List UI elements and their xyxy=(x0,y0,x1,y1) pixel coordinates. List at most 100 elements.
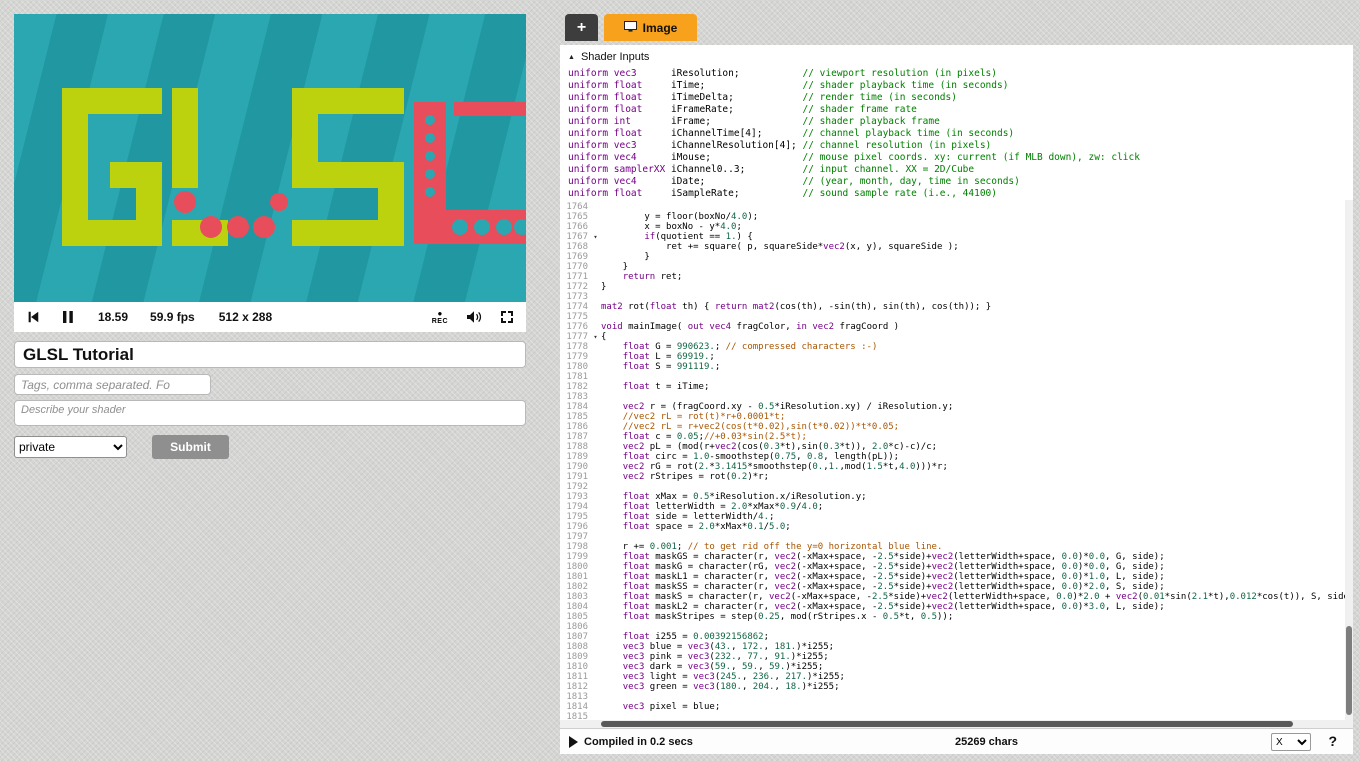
code-line[interactable]: 1771 return ret; xyxy=(560,272,1353,282)
code-line[interactable]: 1774mat2 rot(float th) { return mat2(cos… xyxy=(560,302,1353,312)
line-number: 1790 xyxy=(560,462,590,472)
horizontal-scrollbar-thumb[interactable] xyxy=(601,721,1293,727)
code-line[interactable]: 1783 xyxy=(560,392,1353,402)
code-line[interactable]: 1777▾{ xyxy=(560,332,1353,342)
code-line[interactable]: 1798 r += 0.001; // to get rid off the y… xyxy=(560,542,1353,552)
code-line[interactable]: 1787 float c = 0.05;//+0.03*sin(2.5*t); xyxy=(560,432,1353,442)
line-number: 1805 xyxy=(560,612,590,622)
code-line[interactable]: 1775 xyxy=(560,312,1353,322)
code-line[interactable]: 1800 float maskG = character(rG, vec2(-x… xyxy=(560,562,1353,572)
code-line[interactable]: 1779 float L = 69919.; xyxy=(560,352,1353,362)
tags-input[interactable] xyxy=(14,374,211,395)
code-line[interactable]: 1799 float maskGS = character(r, vec2(-x… xyxy=(560,552,1353,562)
code-line[interactable]: 1797 xyxy=(560,532,1353,542)
code-line[interactable]: 1802 float maskSS = character(r, vec2(-x… xyxy=(560,582,1353,592)
code-line[interactable]: 1785 //vec2 rL = rot(t)*r+0.0001*t; xyxy=(560,412,1353,422)
line-number: 1775 xyxy=(560,312,590,322)
fullscreen-icon[interactable] xyxy=(500,310,514,324)
shader-inputs-title: Shader Inputs xyxy=(581,51,650,63)
rewind-button[interactable] xyxy=(26,310,40,324)
code-line[interactable]: 1770 } xyxy=(560,262,1353,272)
code-line[interactable]: 1780 float S = 991119.; xyxy=(560,362,1353,372)
code-line[interactable]: 1781 xyxy=(560,372,1353,382)
fold-marker-icon xyxy=(590,362,601,372)
code-line[interactable]: 1764 xyxy=(560,202,1353,212)
code-line[interactable]: 1769 } xyxy=(560,252,1353,262)
fold-marker-icon[interactable]: ▾ xyxy=(590,332,601,342)
editor-statusbar: Compiled in 0.2 secs 25269 chars X ? xyxy=(560,728,1353,754)
code-line[interactable]: 1788 vec2 pL = (mod(r+vec2(cos(0.3*t),si… xyxy=(560,442,1353,452)
fold-marker-icon xyxy=(590,292,601,302)
tab-image-label: Image xyxy=(643,21,678,35)
fold-marker-icon xyxy=(590,452,601,462)
code-line[interactable]: 1794 float letterWidth = 2.0*xMax*0.9/4.… xyxy=(560,502,1353,512)
help-button[interactable]: ? xyxy=(1328,733,1337,749)
code-line[interactable]: 1803 float maskS = character(r, vec2(-xM… xyxy=(560,592,1353,602)
fold-marker-icon xyxy=(590,562,601,572)
code-line[interactable]: 1795 float side = letterWidth/4.; xyxy=(560,512,1353,522)
record-button[interactable]: ● REC xyxy=(432,310,448,325)
code-line[interactable]: 1767▾ if(quotient == 1.) { xyxy=(560,232,1353,242)
compile-play-icon[interactable] xyxy=(568,735,578,753)
code-line[interactable]: 1772} xyxy=(560,282,1353,292)
fold-marker-icon xyxy=(590,382,601,392)
line-number: 1802 xyxy=(560,582,590,592)
line-number: 1777 xyxy=(560,332,590,342)
editor-vertical-scrollbar[interactable] xyxy=(1345,200,1353,720)
code-line[interactable]: 1776void mainImage( out vec4 fragColor, … xyxy=(560,322,1353,332)
code-line[interactable]: 1793 float xMax = 0.5*iResolution.x/iRes… xyxy=(560,492,1353,502)
export-select[interactable]: X xyxy=(1271,733,1311,751)
fold-marker-icon xyxy=(590,342,601,352)
code-line[interactable]: 1765 y = floor(boxNo/4.0); xyxy=(560,212,1353,222)
code-line[interactable]: 1786 //vec2 rL = r+vec2(cos(t*0.02),sin(… xyxy=(560,422,1353,432)
line-number: 1786 xyxy=(560,422,590,432)
code-line[interactable]: 1778 float G = 990623.; // compressed ch… xyxy=(560,342,1353,352)
uniform-declaration-line: uniform vec3 iResolution; // viewport re… xyxy=(568,68,1345,80)
fold-marker-icon xyxy=(590,672,601,682)
code-line[interactable]: 1789 float circ = 1.0-smoothstep(0.75, 0… xyxy=(560,452,1353,462)
code-line[interactable]: 1814 vec3 pixel = blue; xyxy=(560,702,1353,712)
code-line[interactable]: 1810 vec3 dark = vec3(59., 59., 59.)*i25… xyxy=(560,662,1353,672)
playback-time: 18.59 xyxy=(98,310,128,324)
line-number: 1773 xyxy=(560,292,590,302)
code-line[interactable]: 1801 float maskL1 = character(r, vec2(-x… xyxy=(560,572,1353,582)
code-editor[interactable]: 17641765 y = floor(boxNo/4.0);1766 x = b… xyxy=(560,200,1353,728)
code-line[interactable]: 1773 xyxy=(560,292,1353,302)
shader-inputs-header[interactable]: ▲ Shader Inputs xyxy=(560,45,1353,67)
code-line[interactable]: 1811 vec3 light = vec3(245., 236., 217.)… xyxy=(560,672,1353,682)
add-tab-button[interactable]: + xyxy=(565,14,598,41)
code-line[interactable]: 1812 vec3 green = vec3(180., 204., 18.)*… xyxy=(560,682,1353,692)
code-line[interactable]: 1813 xyxy=(560,692,1353,702)
tab-image[interactable]: Image xyxy=(604,14,697,41)
line-number: 1778 xyxy=(560,342,590,352)
code-line[interactable]: 1792 xyxy=(560,482,1353,492)
shader-canvas[interactable] xyxy=(14,14,526,302)
code-line[interactable]: 1809 vec3 pink = vec3(232., 77., 91.)*i2… xyxy=(560,652,1353,662)
pause-button[interactable] xyxy=(62,310,74,324)
code-line[interactable]: 1796 float space = 2.0*xMax*0.1/5.0; xyxy=(560,522,1353,532)
fold-marker-icon xyxy=(590,662,601,672)
shader-title-input[interactable] xyxy=(14,341,526,368)
code-line[interactable]: 1766 x = boxNo - y*4.0; xyxy=(560,222,1353,232)
description-textarea[interactable] xyxy=(14,400,526,426)
line-number: 1772 xyxy=(560,282,590,292)
code-line[interactable]: 1806 xyxy=(560,622,1353,632)
editor-horizontal-scrollbar[interactable] xyxy=(560,720,1353,728)
code-line[interactable]: 1807 float i255 = 0.00392156862; xyxy=(560,632,1353,642)
code-line[interactable]: 1808 vec3 blue = vec3(43., 172., 181.)*i… xyxy=(560,642,1353,652)
visibility-select[interactable]: private xyxy=(14,436,127,458)
player-controls-bar: 18.59 59.9 fps 512 x 288 ● REC xyxy=(14,302,526,332)
code-line[interactable]: 1791 vec2 rStripes = rot(0.2)*r; xyxy=(560,472,1353,482)
fold-marker-icon[interactable]: ▾ xyxy=(590,232,601,242)
collapse-triangle-icon[interactable]: ▲ xyxy=(568,54,575,61)
volume-icon[interactable] xyxy=(466,310,482,324)
vertical-scrollbar-thumb[interactable] xyxy=(1346,626,1352,714)
code-line[interactable]: 1768 ret += square( p, squareSide*vec2(x… xyxy=(560,242,1353,252)
fold-marker-icon xyxy=(590,252,601,262)
code-line[interactable]: 1805 float maskStripes = step(0.25, mod(… xyxy=(560,612,1353,622)
submit-button[interactable]: Submit xyxy=(152,435,229,459)
code-line[interactable]: 1784 vec2 r = (fragCoord.xy - 0.5*iResol… xyxy=(560,402,1353,412)
code-line[interactable]: 1790 vec2 rG = rot(2.*3.1415*smoothstep(… xyxy=(560,462,1353,472)
code-line[interactable]: 1782 float t = iTime; xyxy=(560,382,1353,392)
code-line[interactable]: 1804 float maskL2 = character(r, vec2(-x… xyxy=(560,602,1353,612)
